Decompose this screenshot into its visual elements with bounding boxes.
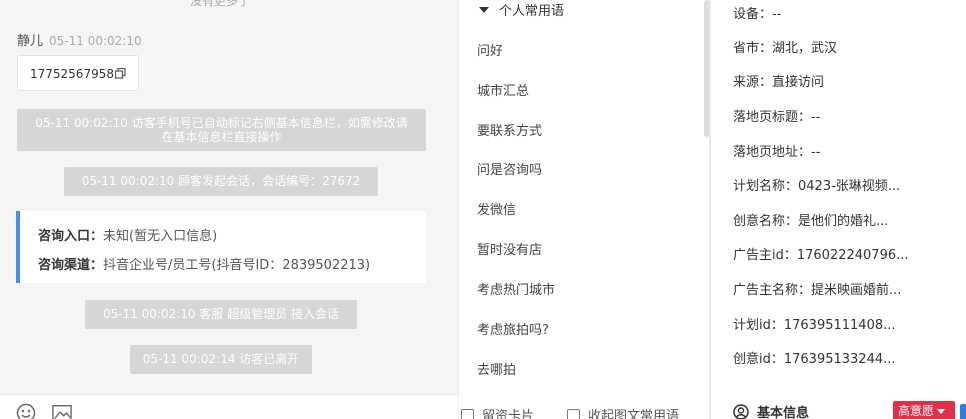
source-field: 来源：直接访问 [733, 75, 825, 90]
phrase-item[interactable]: 城市汇总 [477, 80, 529, 99]
basic-info-section-title: 基本信息 [733, 402, 809, 419]
phrase-item[interactable]: 考虑热门城市 [477, 279, 555, 298]
phrase-toolbar: 留资卡片 收起图文常用语 [459, 400, 711, 419]
phone-number: 17752567958 [30, 67, 114, 81]
phrase-item[interactable]: 要联系方式 [477, 120, 542, 139]
load-more-hint: 没有更多了 [190, 0, 251, 8]
consult-entry-label: 咨询入口： [38, 229, 104, 244]
phrase-item[interactable]: 问好 [477, 40, 503, 59]
phone-message-bubble: 17752567958 [17, 55, 139, 91]
consult-entry-value: 未知(暂无入口信息) [103, 229, 218, 244]
phrase-item[interactable]: 考虑旅拍吗? [477, 319, 549, 338]
copy-icon[interactable] [115, 68, 126, 79]
system-message: 05-11 00:02:10 访客手机号已自动标记右侧基本信息栏，如需修改请在基… [17, 109, 426, 151]
intent-level-label: 高意愿 [898, 404, 935, 418]
consult-channel-value: 抖音企业号/员工号(抖音号ID：2839502213) [103, 258, 371, 273]
creative-name-field: 创意名称：是他们的婚礼... [733, 214, 889, 229]
system-message: 05-11 00:02:10 顾客发起会话，会话编号：27672 [64, 167, 378, 196]
card-icon [461, 409, 474, 419]
message-sender: 静儿 05-11 00:02:10 [17, 30, 142, 49]
advertiser-id-field: 广告主id：176022240796... [733, 248, 909, 263]
intent-level-dropdown[interactable]: 高意愿 [893, 401, 955, 419]
phrase-item[interactable]: 发微信 [477, 199, 516, 218]
consult-info-card: 咨询入口：未知(暂无入口信息) 咨询渠道：抖音企业号/员工号(抖音号ID：283… [16, 211, 426, 283]
caret-down-icon [479, 7, 489, 13]
chat-panel: 没有更多了 静儿 05-11 00:02:10 17752567958 05-11… [0, 0, 458, 419]
advertiser-name-field: 广告主名称：提米映画婚前... [733, 283, 902, 298]
quick-phrase-panel: 个人常用语 问好 城市汇总 要联系方式 问是咨询吗 发微信 暂时没有店 考虑热门… [458, 0, 710, 419]
caret-down-icon [937, 409, 946, 414]
phrase-item[interactable]: 暂时没有店 [477, 239, 542, 258]
system-message: 05-11 00:02:10 客服 超级管理员 接入会话 [85, 300, 357, 329]
visitor-details-panel: 设备：-- 省市：湖北，武汉 来源：直接访问 落地页标题：-- 落地页地址：--… [711, 0, 966, 419]
basic-info-label: 基本信息 [757, 406, 810, 419]
edge-blue-button[interactable] [960, 404, 966, 419]
phrase-group-title: 个人常用语 [499, 4, 565, 19]
landing-url-field: 落地页地址：-- [733, 145, 821, 160]
phrase-item[interactable]: 去哪拍 [477, 359, 516, 378]
device-field: 设备：-- [733, 7, 782, 22]
consult-channel-row: 咨询渠道：抖音企业号/员工号(抖音号ID：2839502213) [38, 251, 426, 280]
lead-card-button[interactable]: 留资卡片 [461, 405, 534, 419]
user-icon [733, 404, 749, 419]
creative-id-field: 创意id：176395133244... [733, 352, 896, 367]
sender-name: 静儿 [17, 34, 44, 49]
phrase-item[interactable]: 问是咨询吗 [477, 159, 542, 178]
phrase-group-header[interactable]: 个人常用语 [479, 0, 564, 19]
consult-entry-row: 咨询入口：未知(暂无入口信息) [38, 222, 426, 251]
consult-channel-label: 咨询渠道： [38, 258, 104, 273]
document-icon [567, 409, 580, 419]
chat-toolbar [0, 394, 458, 419]
emoji-icon[interactable] [16, 403, 36, 419]
message-time: 05-11 00:02:10 [49, 34, 142, 48]
plan-id-field: 计划id：176395111408... [733, 318, 896, 333]
collapse-graphic-label: 收起图文常用语 [588, 409, 680, 419]
collapse-graphic-phrases-button[interactable]: 收起图文常用语 [567, 405, 679, 419]
province-field: 省市：湖北，武汉 [733, 41, 838, 56]
plan-name-field: 计划名称：0423-张琳视频... [733, 179, 901, 194]
image-icon[interactable] [52, 403, 72, 419]
system-message: 05-11 00:02:14 访客已离开 [130, 345, 312, 374]
lead-card-label: 留资卡片 [482, 409, 535, 419]
landing-title-field: 落地页标题：-- [733, 110, 821, 125]
